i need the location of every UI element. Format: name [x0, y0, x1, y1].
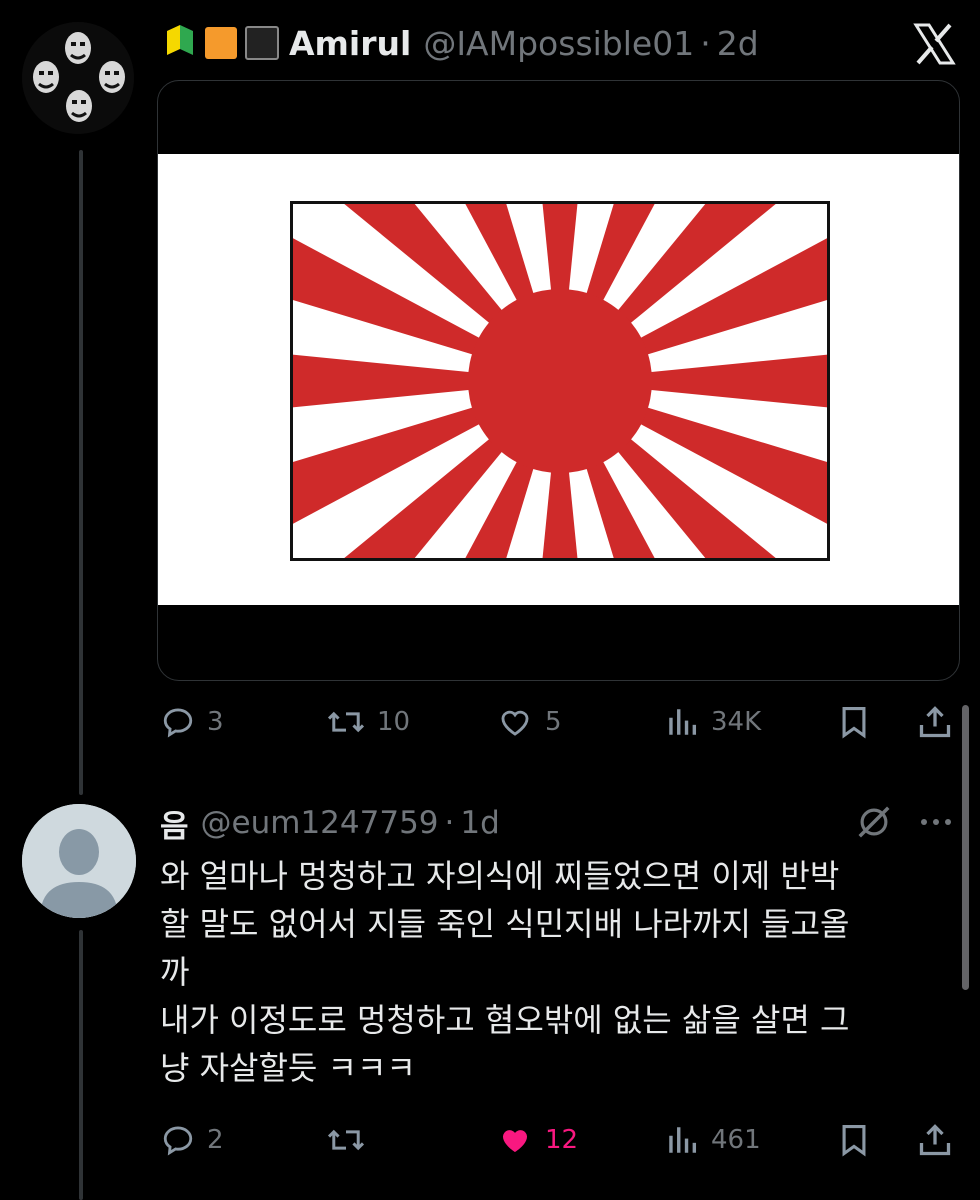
share-icon — [919, 1124, 951, 1156]
repost-icon — [327, 711, 365, 733]
reply-count: 3 — [207, 707, 224, 737]
more-options-icon[interactable] — [916, 806, 956, 838]
scrollbar[interactable] — [962, 705, 969, 990]
bookmark-button[interactable] — [837, 697, 871, 747]
reply-actions: 2 12 461 — [157, 1115, 962, 1165]
like-count: 5 — [545, 707, 562, 737]
reply-icon — [163, 708, 193, 738]
thread-line-bottom — [79, 930, 83, 1200]
joker-faces-avatar-icon — [22, 22, 134, 134]
bookmark-icon — [842, 706, 866, 739]
tweet-header: Amirul @IAMpossible01 · 2d — [165, 18, 759, 68]
reply-icon — [163, 1126, 193, 1156]
flag-sun — [468, 289, 652, 473]
timestamp[interactable]: 2d — [717, 24, 759, 63]
reply-author-name[interactable]: 음 — [160, 801, 189, 846]
like-button[interactable]: 5 — [497, 697, 562, 747]
heart-filled-icon — [502, 1130, 528, 1153]
tweet-media[interactable] — [157, 80, 960, 681]
views-button[interactable]: 34K — [665, 697, 761, 747]
reply-share-button[interactable] — [917, 1115, 953, 1165]
x-logo-icon[interactable] — [912, 22, 956, 66]
reply-separator-dot: · — [444, 805, 455, 841]
reply-views-count: 461 — [711, 1125, 761, 1155]
reply-repost-button[interactable] — [327, 1115, 377, 1165]
reply-button[interactable]: 3 — [161, 697, 224, 747]
reply-reply-count: 2 — [207, 1125, 224, 1155]
thread-line-top — [79, 150, 83, 795]
avatar[interactable] — [22, 22, 134, 134]
beginner-mark-icon — [165, 21, 195, 65]
author-handle[interactable]: @IAMpossible01 — [423, 24, 694, 63]
separator-dot: · — [700, 23, 711, 63]
share-button[interactable] — [917, 697, 953, 747]
tweet-actions: 3 10 5 34K — [157, 697, 962, 747]
repost-icon — [327, 1129, 365, 1151]
reply-avatar[interactable] — [22, 804, 136, 918]
black-square-icon — [245, 26, 279, 60]
bookmark-icon — [842, 1124, 866, 1157]
reply-views-button[interactable]: 461 — [665, 1115, 761, 1165]
reply-reply-button[interactable]: 2 — [161, 1115, 224, 1165]
reply-header: 음 @eum1247759 · 1d — [160, 798, 500, 848]
grok-icon[interactable] — [855, 803, 893, 845]
rising-sun-flag-image — [290, 201, 830, 561]
reply-like-button[interactable]: 12 — [497, 1115, 578, 1165]
reply-timestamp[interactable]: 1d — [460, 805, 499, 841]
author-name[interactable]: Amirul — [289, 24, 411, 63]
image-white-background — [158, 154, 959, 605]
reply-author-handle[interactable]: @eum1247759 — [201, 805, 439, 841]
views-icon — [669, 709, 697, 735]
heart-icon — [501, 710, 529, 736]
repost-button[interactable]: 10 — [327, 697, 410, 747]
views-count: 34K — [711, 707, 762, 737]
views-icon — [669, 1127, 697, 1153]
share-icon — [919, 706, 951, 738]
default-profile-icon — [22, 804, 136, 918]
reply-bookmark-button[interactable] — [837, 1115, 871, 1165]
repost-count: 10 — [377, 707, 411, 737]
reply-like-count: 12 — [545, 1125, 579, 1155]
orange-square-icon — [205, 27, 237, 59]
reply-text: 와 얼마나 멍청하고 자의식에 찌들었으면 이제 반박 할 말도 없어서 지들 … — [160, 857, 850, 1087]
